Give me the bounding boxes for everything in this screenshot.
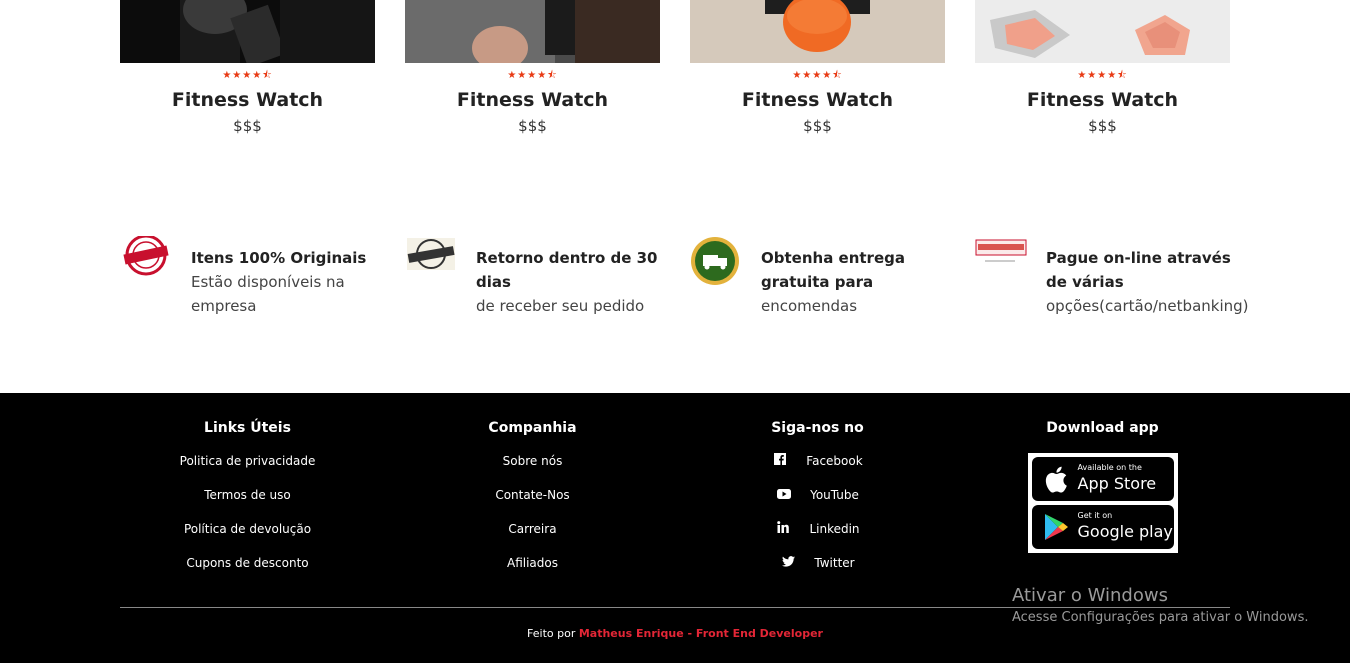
footer-link-returns[interactable]: Política de devolução — [120, 521, 375, 555]
badge-caption: Get it on — [1077, 511, 1113, 520]
watermark-title: Ativar o Windows — [1012, 585, 1168, 606]
feature-title: Retorno dentro de 30 dias — [476, 249, 658, 291]
social-label: Linkedin — [809, 522, 860, 536]
delivery-truck-icon — [690, 236, 742, 288]
product-image-watch-hand[interactable] — [405, 0, 660, 63]
footer-useful-links: Links Úteis Politica de privacidade Term… — [120, 419, 375, 589]
rating-stars: ★★★★⯪ — [792, 70, 843, 81]
footer-credit: Feito por Matheus Enrique - Front End De… — [0, 627, 1350, 640]
footer-link-twitter[interactable]: Twitter — [690, 555, 945, 589]
twitter-icon — [780, 555, 796, 571]
app-store-badge[interactable]: Available on the App Store — [1031, 457, 1174, 501]
footer-link-contact[interactable]: Contate-Nos — [405, 487, 660, 521]
product-name[interactable]: Fitness Watch — [690, 88, 945, 112]
badge-store-name: App Store — [1077, 474, 1157, 493]
feature-title: Itens 100% Originais — [191, 249, 367, 267]
footer-link-careers[interactable]: Carreira — [405, 521, 660, 555]
product-image-watch-orange[interactable] — [690, 0, 945, 63]
online-payment-icon — [975, 236, 1027, 288]
product-price: $$$ — [1088, 117, 1117, 135]
feature-description: Estão disponíveis na empresa — [191, 273, 345, 315]
footer-social: Siga-nos no Facebook YouTube Linkedin Tw… — [690, 419, 945, 589]
apple-icon — [1044, 466, 1068, 497]
product-image-geometric-objects[interactable] — [975, 0, 1230, 63]
rating-stars: ★★★★⯪ — [1077, 70, 1128, 81]
product-price: $$$ — [803, 117, 832, 135]
return-stamp-icon — [405, 236, 457, 288]
badge-store-name: Google play — [1077, 522, 1173, 541]
footer-heading: Siga-nos no — [771, 420, 864, 436]
facebook-icon — [772, 453, 788, 469]
rating-stars: ★★★★⯪ — [507, 70, 558, 81]
linkedin-icon — [775, 521, 791, 537]
footer-download-app: Download app Available on the App Store — [975, 419, 1230, 553]
product-price: $$$ — [518, 117, 547, 135]
footer-link-affiliates[interactable]: Afiliados — [405, 555, 660, 589]
credit-author-link[interactable]: Matheus Enrique - Front End Developer — [579, 627, 823, 640]
footer-heading: Companhia — [488, 420, 577, 436]
feature-description: encomendas — [761, 297, 858, 315]
product-card[interactable]: ★★★★⯪ Fitness Watch $$$ — [690, 0, 945, 135]
footer-link-facebook[interactable]: Facebook — [690, 453, 945, 487]
footer-link-youtube[interactable]: YouTube — [690, 487, 945, 521]
product-name[interactable]: Fitness Watch — [405, 88, 660, 112]
product-price: $$$ — [233, 117, 262, 135]
watermark-subtitle: Acesse Configurações para ativar o Windo… — [1012, 610, 1309, 625]
product-card[interactable]: ★★★★⯪ Fitness Watch $$$ — [120, 0, 375, 135]
certified-stamp-icon — [120, 234, 172, 288]
feature-description: de receber seu pedido — [476, 297, 645, 315]
google-play-icon — [1044, 513, 1068, 545]
product-name[interactable]: Fitness Watch — [120, 88, 375, 112]
credit-prefix: Feito por — [527, 627, 576, 640]
product-grid: ★★★★⯪ Fitness Watch $$$ ★★★★⯪ Fitness Wa… — [120, 0, 1230, 170]
feature-title: Pague on-line através de várias — [1046, 249, 1231, 291]
feature-description: opções(cartão/netbanking) — [1046, 297, 1249, 315]
product-card[interactable]: ★★★★⯪ Fitness Watch $$$ — [975, 0, 1230, 135]
feature-title: Obtenha entrega gratuita para — [761, 249, 905, 291]
footer-company: Companhia Sobre nós Contate-Nos Carreira… — [405, 419, 660, 589]
google-play-badge[interactable]: Get it on Google play — [1031, 505, 1174, 549]
badge-caption: Available on the — [1077, 463, 1142, 472]
social-label: Twitter — [814, 556, 855, 570]
social-label: Facebook — [806, 454, 863, 468]
product-image-watch-dark[interactable] — [120, 0, 375, 63]
footer-link-terms[interactable]: Termos de uso — [120, 487, 375, 521]
footer-heading: Links Úteis — [204, 420, 291, 436]
footer-link-about[interactable]: Sobre nós — [405, 453, 660, 487]
app-badges: Available on the App Store Get it on Goo… — [1027, 453, 1178, 553]
product-name[interactable]: Fitness Watch — [975, 88, 1230, 112]
footer-link-privacy[interactable]: Politica de privacidade — [120, 453, 375, 487]
youtube-icon — [776, 487, 792, 503]
rating-stars: ★★★★⯪ — [222, 70, 273, 81]
footer-heading: Download app — [1046, 420, 1159, 436]
social-label: YouTube — [810, 488, 859, 502]
product-card[interactable]: ★★★★⯪ Fitness Watch $$$ — [405, 0, 660, 135]
footer-link-linkedin[interactable]: Linkedin — [690, 521, 945, 555]
windows-activation-watermark: Ativar o Windows Acesse Configurações pa… — [1012, 585, 1308, 627]
footer-link-coupons[interactable]: Cupons de desconto — [120, 555, 375, 589]
